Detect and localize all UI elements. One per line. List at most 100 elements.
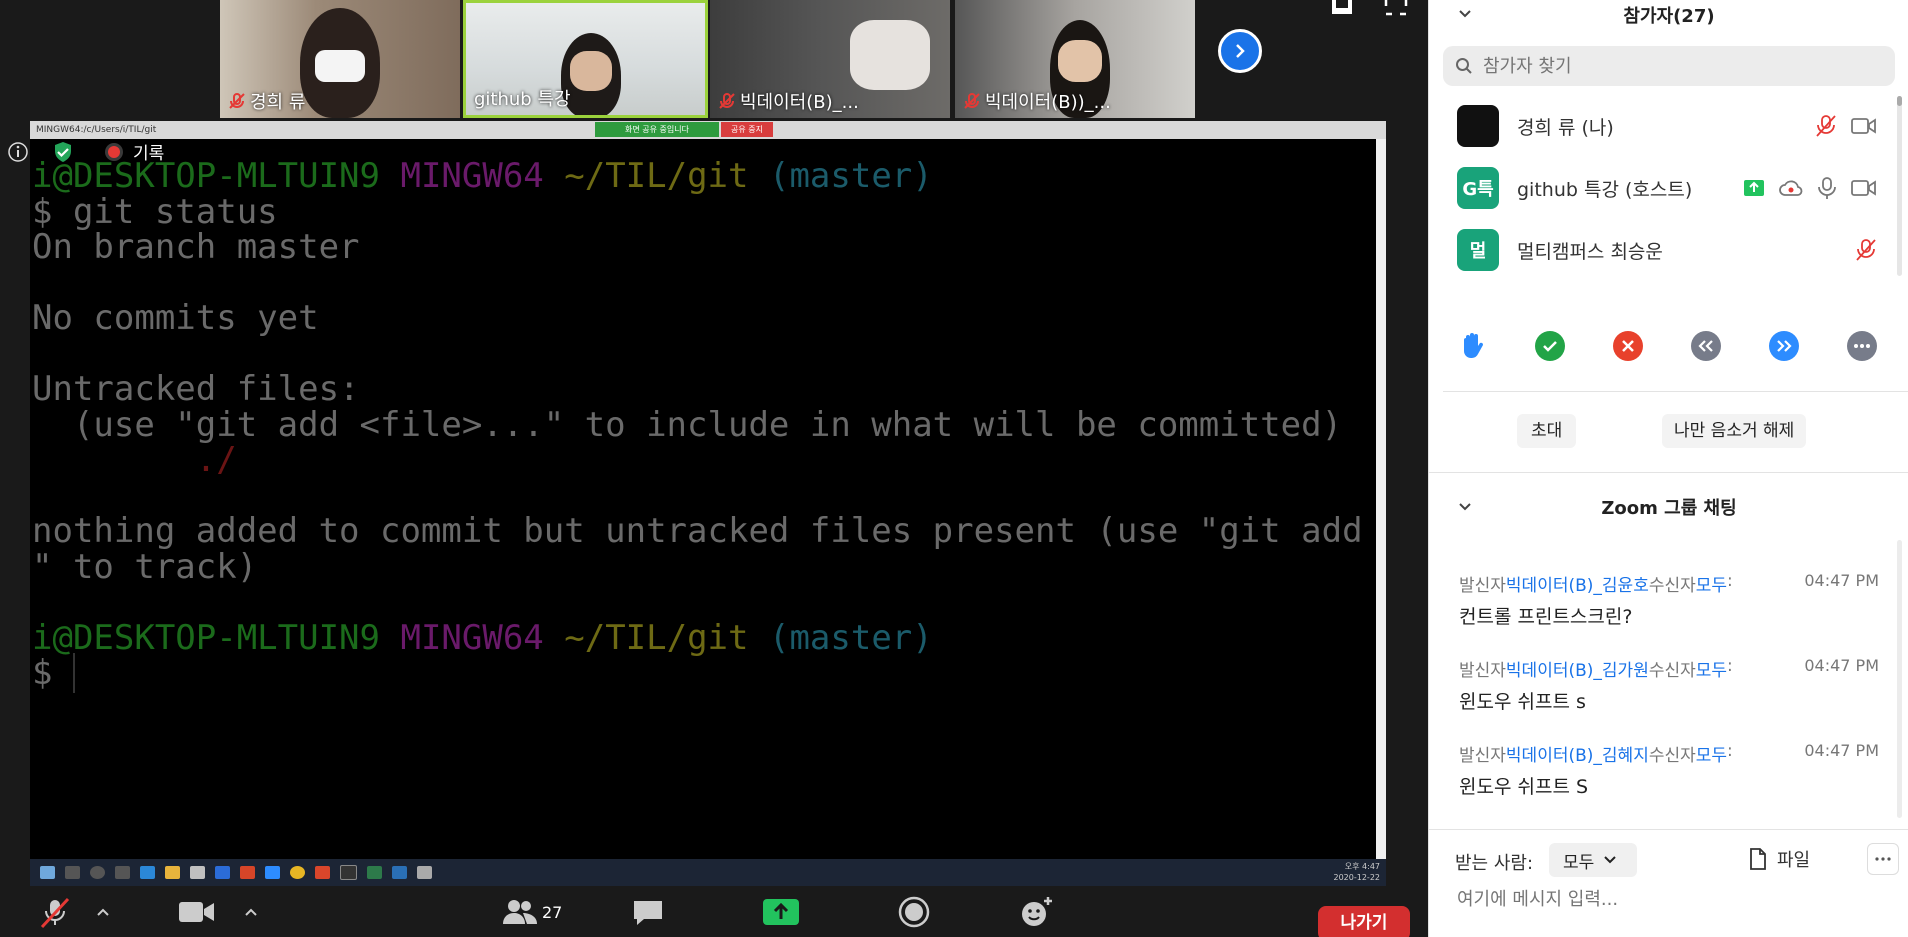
record-button[interactable] bbox=[898, 887, 930, 937]
app-icon bbox=[417, 866, 432, 879]
divider bbox=[1429, 829, 1908, 830]
view-controls bbox=[1330, 0, 1408, 16]
leave-meeting-button[interactable]: 나가기 bbox=[1318, 906, 1410, 937]
tile-name: 경희 류 bbox=[228, 88, 305, 114]
to-prefix: 수신자 bbox=[1648, 576, 1696, 596]
chrome-icon bbox=[290, 866, 305, 879]
from-prefix: 발신자 bbox=[1459, 576, 1506, 596]
recipient-name[interactable]: 모두 bbox=[1696, 656, 1727, 681]
view-mode-icon[interactable] bbox=[1330, 0, 1354, 16]
mic-off-icon bbox=[719, 93, 735, 109]
cloud-record-icon bbox=[1779, 180, 1803, 196]
chevron-up-icon bbox=[245, 908, 257, 916]
taskbar-clock: 오후 4:47 2020-12-22 bbox=[1334, 861, 1381, 883]
invite-button[interactable]: 초대 bbox=[1517, 414, 1577, 448]
folder-icon bbox=[165, 866, 180, 879]
unmute-me-button[interactable]: 나만 음소거 해제 bbox=[1662, 414, 1807, 448]
message-text: 윈도우 쉬프트 s bbox=[1459, 691, 1586, 713]
recipient-select[interactable]: 모두 bbox=[1549, 843, 1637, 877]
audio-options-button[interactable] bbox=[96, 887, 110, 937]
nonverbal-feedback-bar bbox=[1457, 331, 1877, 361]
sender-name[interactable]: 빅데이터(B)_김윤호 bbox=[1506, 571, 1649, 596]
check-icon bbox=[1543, 341, 1557, 352]
message-time: 04:47 PM bbox=[1804, 656, 1879, 675]
from-prefix: 발신자 bbox=[1459, 746, 1506, 766]
participants-button[interactable]: 27 bbox=[502, 887, 562, 937]
chat-button[interactable] bbox=[632, 887, 664, 937]
chat-message-input[interactable] bbox=[1455, 888, 1879, 911]
chat-message: 발신자 빅데이터(B)_김혜지 수신자 모두: 04:47 PM 윈도우 쉬프트 S bbox=[1459, 741, 1879, 799]
recording-label[interactable]: 기록 bbox=[133, 139, 164, 164]
mic-off-icon bbox=[964, 93, 980, 109]
go-faster-button[interactable] bbox=[1769, 331, 1799, 361]
terminal[interactable]: i@DESKTOP-MLTUIN9 MINGW64 ~/TIL/git (mas… bbox=[30, 139, 1376, 859]
face bbox=[570, 51, 612, 91]
sharing-indicator: 화면 공유 중입니다 bbox=[595, 122, 719, 137]
recipient-name[interactable]: 모두 bbox=[1696, 741, 1727, 766]
tile-name-text: 빅데이터(B)_... bbox=[740, 92, 859, 113]
security-shield-icon[interactable] bbox=[51, 140, 75, 164]
recipient-name[interactable]: 모두 bbox=[1696, 571, 1727, 596]
participants-icon bbox=[503, 900, 537, 924]
mic-muted-icon[interactable] bbox=[1815, 114, 1837, 138]
stop-share-button[interactable]: 공유 중지 bbox=[720, 122, 773, 137]
terminal-scrollbar[interactable] bbox=[1376, 139, 1386, 859]
video-camera-icon[interactable] bbox=[1851, 178, 1877, 198]
participant-row[interactable]: 경희 류 (나) bbox=[1457, 103, 1877, 149]
file-button[interactable]: 파일 bbox=[1749, 846, 1810, 872]
participant-name: 경희 류 (나) bbox=[1517, 116, 1614, 139]
sender-name[interactable]: 빅데이터(B)_김혜지 bbox=[1506, 741, 1649, 766]
participants-header: 참가자(27) bbox=[1429, 0, 1908, 28]
yes-button[interactable] bbox=[1535, 331, 1565, 361]
terminal-command: $ git status bbox=[32, 191, 278, 232]
prompt-branch: (master) bbox=[768, 156, 933, 196]
video-tile-2[interactable]: github 특강 bbox=[463, 0, 708, 118]
search-icon bbox=[1456, 58, 1472, 74]
chat-more-button[interactable] bbox=[1867, 843, 1899, 875]
tile-name-text: github 특강 bbox=[474, 89, 571, 110]
video-camera-icon[interactable] bbox=[1851, 116, 1877, 136]
share-screen-button[interactable] bbox=[762, 887, 800, 937]
video-tile-3[interactable]: 빅데이터(B)_... bbox=[710, 0, 950, 118]
chevron-up-icon bbox=[97, 908, 109, 916]
terminal-output: (use "git add <file>..." to include in w… bbox=[32, 404, 1343, 445]
sender-name[interactable]: 빅데이터(B)_김가원 bbox=[1506, 656, 1649, 681]
face bbox=[1058, 40, 1102, 82]
video-button[interactable] bbox=[178, 887, 216, 937]
to-prefix: 수신자 bbox=[1648, 746, 1696, 766]
mute-button[interactable] bbox=[38, 887, 72, 937]
app-icon bbox=[367, 866, 382, 879]
fullscreen-icon[interactable] bbox=[1384, 0, 1408, 16]
video-options-button[interactable] bbox=[244, 887, 258, 937]
divider bbox=[1443, 391, 1908, 392]
mic-icon[interactable] bbox=[1817, 176, 1837, 200]
recording-icon bbox=[105, 142, 123, 161]
participant-row[interactable]: 멀 멀티캠퍼스 최승운 bbox=[1457, 227, 1877, 273]
video-tile-1[interactable]: 경희 류 bbox=[220, 0, 460, 118]
participant-row[interactable]: G특 github 특강 (호스트) bbox=[1457, 165, 1877, 211]
participants-scrollbar[interactable] bbox=[1897, 96, 1902, 276]
prompt-env: MINGW64 bbox=[400, 156, 544, 196]
tile-name-text: 경희 류 bbox=[250, 92, 306, 113]
more-reactions-button[interactable] bbox=[1847, 331, 1877, 361]
participant-search[interactable] bbox=[1443, 46, 1895, 86]
search-input[interactable] bbox=[1481, 54, 1875, 78]
raise-hand-button[interactable] bbox=[1457, 331, 1487, 361]
no-button[interactable] bbox=[1613, 331, 1643, 361]
video-tile-4[interactable]: 빅데이터(B))_... bbox=[955, 0, 1195, 118]
recipient-label: 받는 사람: bbox=[1455, 853, 1534, 874]
meeting-status-bar: 기록 bbox=[0, 139, 164, 164]
emoji-icon bbox=[1022, 897, 1052, 926]
clock-date: 2020-12-22 bbox=[1333, 873, 1381, 882]
go-slower-button[interactable] bbox=[1691, 331, 1721, 361]
chat-scrollbar[interactable] bbox=[1897, 540, 1902, 818]
message-time: 04:47 PM bbox=[1804, 571, 1879, 590]
participant-controls bbox=[1855, 238, 1877, 262]
mic-muted-icon[interactable] bbox=[1855, 238, 1877, 262]
terminal-prompt: $ bbox=[32, 653, 73, 693]
next-page-button[interactable] bbox=[1218, 29, 1262, 73]
reactions-button[interactable] bbox=[1020, 887, 1054, 937]
file-label: 파일 bbox=[1777, 850, 1811, 871]
participant-hand bbox=[850, 20, 930, 90]
info-icon[interactable] bbox=[7, 141, 29, 163]
